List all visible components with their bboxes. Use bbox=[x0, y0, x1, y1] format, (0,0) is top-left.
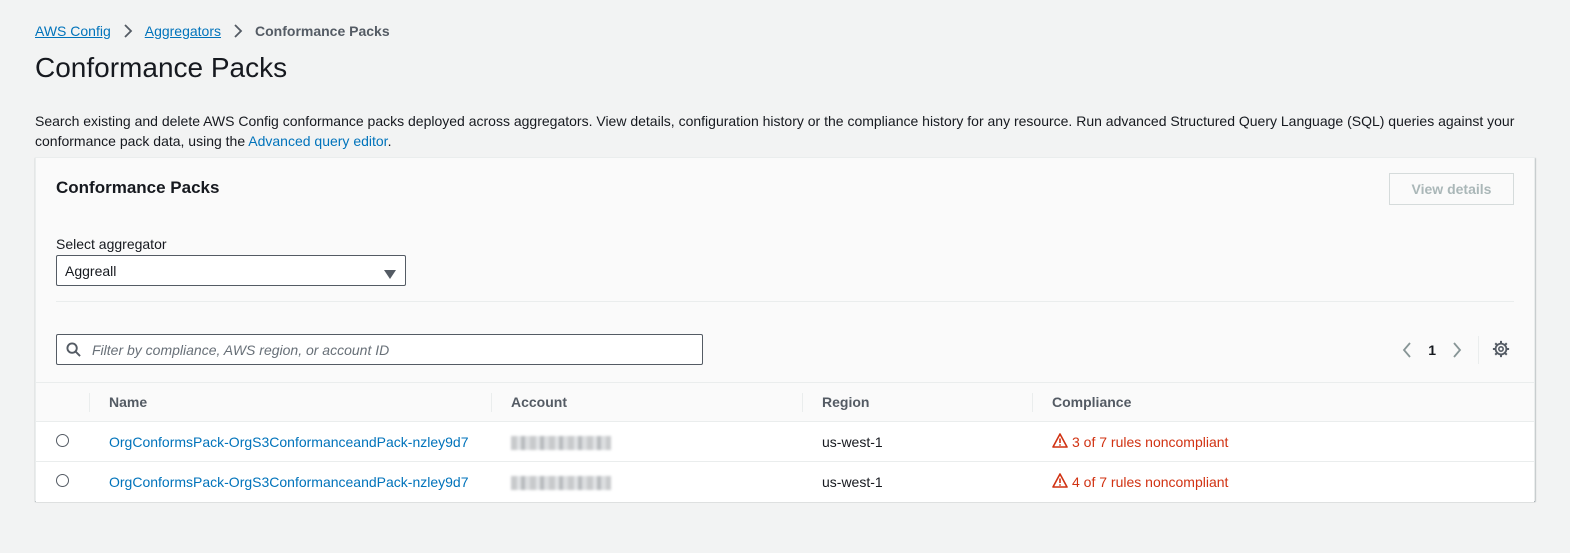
chevron-right-icon[interactable] bbox=[1448, 340, 1466, 360]
column-header-region[interactable]: Region bbox=[802, 382, 1032, 422]
advanced-query-editor-link[interactable]: Advanced query editor bbox=[248, 133, 387, 149]
description-end: . bbox=[387, 133, 392, 149]
chevron-right-icon bbox=[117, 22, 139, 40]
filter-box bbox=[56, 334, 703, 365]
divider bbox=[56, 301, 1514, 302]
row-radio[interactable] bbox=[56, 473, 69, 487]
compliance-status: 4 of 7 rules noncompliant bbox=[1052, 472, 1229, 491]
compliance-text: 4 of 7 rules noncompliant bbox=[1072, 473, 1229, 490]
panel-title: Conformance Packs bbox=[56, 178, 220, 197]
region-cell: us-west-1 bbox=[802, 421, 1032, 462]
warning-triangle-icon bbox=[1052, 432, 1068, 451]
aggregator-select[interactable]: Aggreall bbox=[56, 255, 406, 286]
compliance-cell: 4 of 7 rules noncompliant bbox=[1032, 462, 1534, 502]
name-cell: OrgConformsPack-OrgS3ConformanceandPack-… bbox=[89, 421, 491, 462]
view-details-button[interactable]: View details bbox=[1389, 173, 1514, 205]
region-cell: us-west-1 bbox=[822, 473, 883, 490]
conformance-packs-panel: Conformance Packs View details Select ag… bbox=[35, 157, 1535, 502]
pack-name-link[interactable]: OrgConformsPack-OrgS3ConformanceandPack-… bbox=[109, 474, 469, 490]
breadcrumb-current: Conformance Packs bbox=[255, 23, 390, 39]
conformance-packs-table: Name Account Region Compliance OrgConfor… bbox=[36, 382, 1534, 502]
pagination: 1 bbox=[1398, 340, 1466, 360]
caret-down-icon bbox=[384, 266, 396, 282]
breadcrumb-aggregators[interactable]: Aggregators bbox=[145, 23, 221, 39]
column-header-name[interactable]: Name bbox=[89, 382, 491, 422]
page-title: Conformance Packs bbox=[35, 52, 288, 83]
compliance-cell: 3 of 7 rules noncompliant bbox=[1032, 421, 1534, 462]
account-id-redacted bbox=[511, 435, 611, 450]
pack-name-link[interactable]: OrgConformsPack-OrgS3ConformanceandPack-… bbox=[109, 434, 469, 450]
breadcrumb: AWS Config Aggregators Conformance Packs bbox=[35, 22, 390, 40]
compliance-text: 3 of 7 rules noncompliant bbox=[1072, 433, 1229, 450]
aggregator-label: Select aggregator bbox=[56, 236, 167, 252]
breadcrumb-aws-config[interactable]: AWS Config bbox=[35, 23, 111, 39]
column-header-account[interactable]: Account bbox=[491, 382, 802, 422]
table-header-row: Name Account Region Compliance bbox=[36, 382, 1534, 422]
warning-triangle-icon bbox=[1052, 472, 1068, 491]
settings-gear-icon[interactable] bbox=[1492, 340, 1510, 358]
row-radio[interactable] bbox=[56, 433, 69, 447]
row-select-cell bbox=[36, 462, 89, 502]
name-cell: OrgConformsPack-OrgS3ConformanceandPack-… bbox=[89, 462, 491, 502]
account-cell bbox=[491, 462, 802, 502]
chevron-left-icon[interactable] bbox=[1398, 340, 1416, 360]
account-id-redacted bbox=[511, 475, 611, 490]
chevron-right-icon bbox=[227, 22, 249, 40]
page-number[interactable]: 1 bbox=[1428, 342, 1436, 358]
table-row: OrgConformsPack-OrgS3ConformanceandPack-… bbox=[36, 462, 1534, 502]
search-icon bbox=[66, 342, 81, 357]
aggregator-selected-value: Aggreall bbox=[65, 262, 117, 279]
column-header-compliance[interactable]: Compliance bbox=[1032, 382, 1534, 422]
compliance-status: 3 of 7 rules noncompliant bbox=[1052, 432, 1229, 451]
select-column-header bbox=[36, 382, 89, 422]
row-select-cell bbox=[36, 421, 89, 462]
filter-input[interactable] bbox=[90, 335, 702, 364]
table-row: OrgConformsPack-OrgS3ConformanceandPack-… bbox=[36, 421, 1534, 462]
pagination-divider bbox=[1478, 336, 1479, 364]
page-description: Search existing and delete AWS Config co… bbox=[35, 111, 1545, 151]
account-cell bbox=[491, 421, 802, 462]
